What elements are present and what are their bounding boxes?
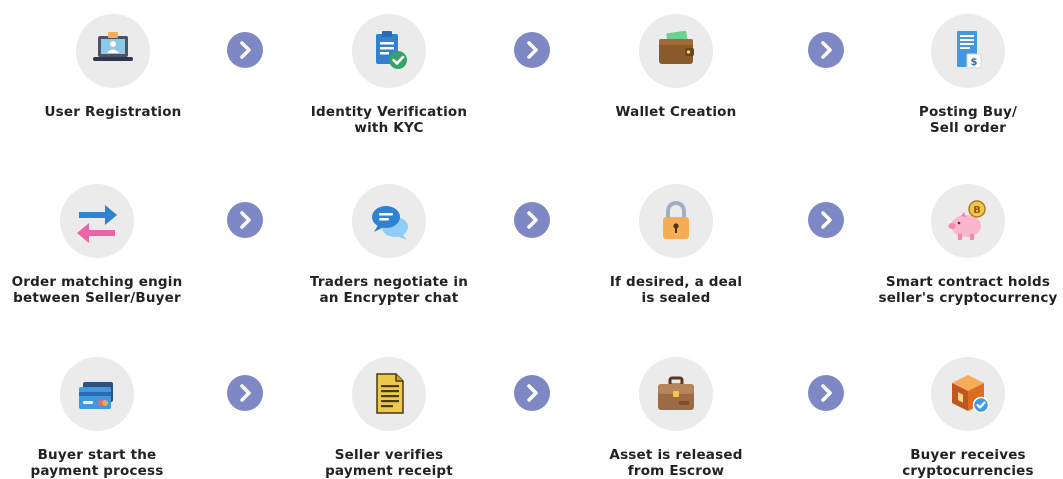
step-icon-circle [60,184,134,258]
step-label: Order matching engin between Seller/Buye… [11,274,183,306]
step-icon-circle [352,357,426,431]
step-traders-negotiate: Traders negotiate in an Encrypter chat [279,184,499,306]
credit-card-icon [79,382,113,409]
step-smart-contract: B Smart contract holds seller's cryptocu… [858,184,1063,306]
package-check-icon [952,375,990,414]
next-arrow-icon [514,32,550,68]
step-icon-circle [60,357,134,431]
step-label: User Registration [44,104,182,120]
next-arrow-icon [808,202,844,238]
step-label: Buyer receives cryptocurrencies [902,447,1034,479]
laptop-user-icon [93,32,133,61]
step-buyer-receives: Buyer receives cryptocurrencies [858,357,1063,479]
briefcase-icon [658,376,694,410]
piggy-bank-coin-icon: B [948,200,986,240]
step-label: Smart contract holds seller's cryptocurr… [878,274,1058,306]
step-icon-circle [639,184,713,258]
step-icon-circle: $ [931,14,1005,88]
step-label: Traders negotiate in an Encrypter chat [309,274,469,306]
padlock-icon [663,201,689,239]
step-deal-sealed: If desired, a deal is sealed [566,184,786,306]
receipt-dollar-icon: $ [957,31,982,69]
svg-text:B: B [973,205,981,216]
next-arrow-icon [227,375,263,411]
step-buyer-payment: Buyer start the payment process [0,357,207,479]
step-label: Asset is released from Escrow [609,447,743,479]
step-icon-circle: B [931,184,1005,258]
svg-text:$: $ [971,57,978,68]
next-arrow-icon [808,32,844,68]
step-seller-verifies: Seller verifies payment receipt [279,357,499,479]
next-arrow-icon [808,375,844,411]
step-label: Identity Verification with KYC [310,104,468,136]
step-label: Wallet Creation [615,104,737,120]
next-arrow-icon [227,32,263,68]
step-icon-circle [352,14,426,88]
step-wallet-creation: Wallet Creation [566,14,786,120]
step-order-matching: Order matching engin between Seller/Buye… [0,184,207,306]
step-icon-circle [76,14,150,88]
clipboard-check-icon [376,31,407,69]
step-label: If desired, a deal is sealed [609,274,743,306]
step-icon-circle [352,184,426,258]
wallet-icon [659,30,694,64]
step-posting-order: $ Posting Buy/ Sell order [858,14,1063,136]
step-user-registration: User Registration [3,14,223,120]
next-arrow-icon [514,202,550,238]
step-asset-released: Asset is released from Escrow [566,357,786,479]
step-icon-circle [639,14,713,88]
next-arrow-icon [514,375,550,411]
step-icon-circle [639,357,713,431]
exchange-arrows-icon [77,205,117,243]
chat-bubbles-icon [372,206,408,240]
step-icon-circle [931,357,1005,431]
next-arrow-icon [227,202,263,238]
step-label: Posting Buy/ Sell order [918,104,1018,136]
step-identity-verification: Identity Verification with KYC [279,14,499,136]
step-label: Buyer start the payment process [30,447,164,479]
document-icon [376,373,404,414]
step-label: Seller verifies payment receipt [325,447,453,479]
